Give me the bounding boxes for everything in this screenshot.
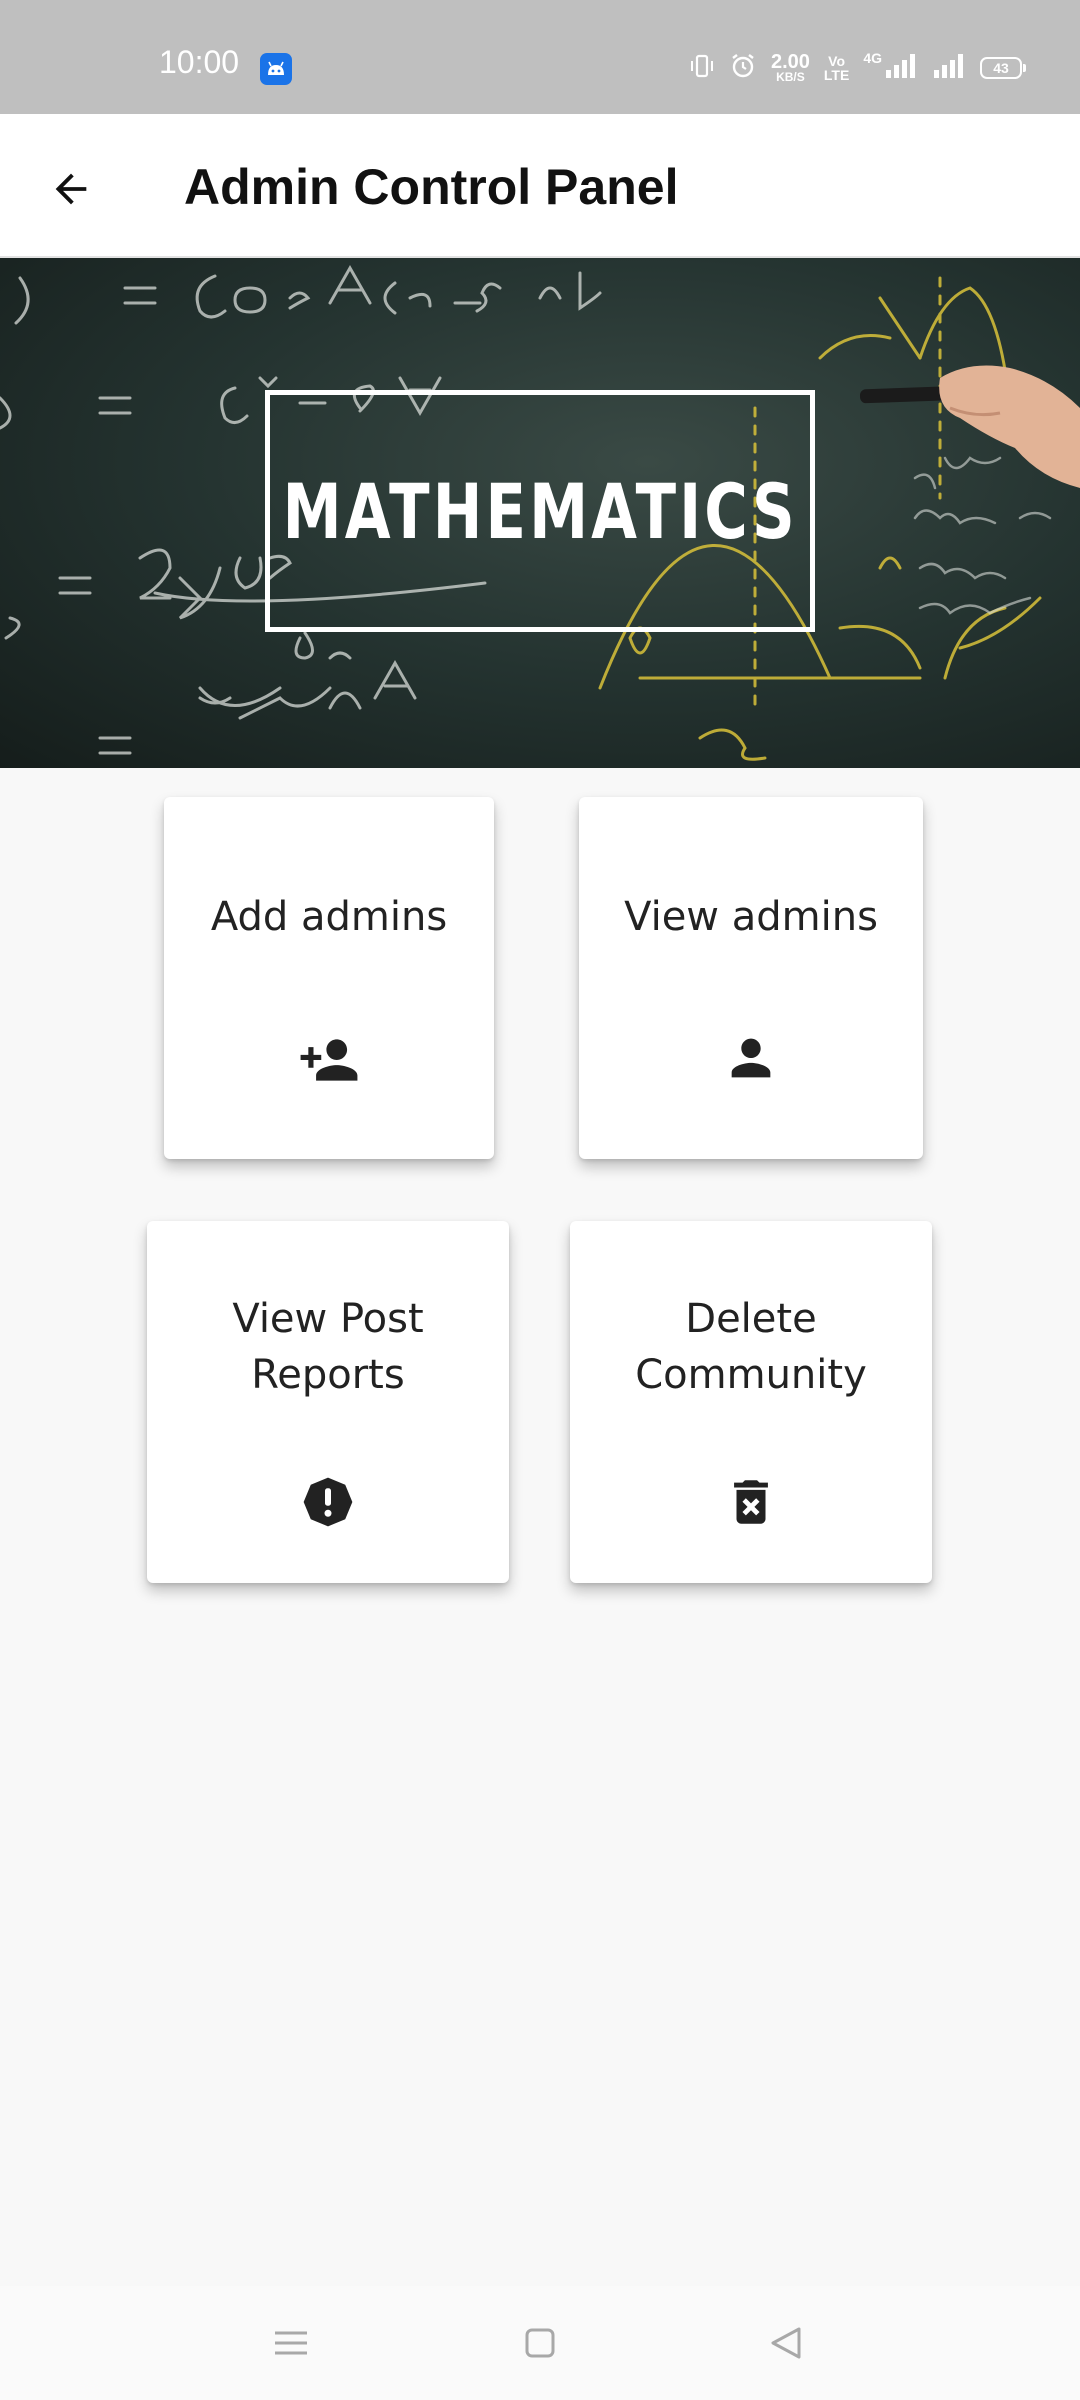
community-banner-image: MATHEMATICS [0,258,1080,768]
home-button[interactable] [505,2308,575,2378]
delete-community-label-line1: Delete [685,1296,817,1342]
banner-frame: MATHEMATICS [265,390,815,632]
page-title: Admin Control Panel [184,159,679,215]
person-add-icon [300,1039,358,1081]
alarm-icon [729,52,757,84]
banner-title: MATHEMATICS [282,466,798,556]
battery-indicator: 43 [980,57,1026,79]
view-admins-card[interactable]: View admins [579,797,923,1159]
triangle-back-icon [771,2327,801,2359]
status-time: 10:00 [159,44,240,80]
app-notification-icon [260,53,292,85]
delete-community-label-line2: Community [635,1352,867,1398]
signal-icon [884,52,918,84]
add-admins-label: Add admins [210,894,448,940]
view-admins-label: View admins [624,894,878,940]
back-nav-button[interactable] [751,2308,821,2378]
signal-icon-2 [932,52,966,84]
back-button[interactable] [36,154,106,224]
view-post-reports-card[interactable]: View Post Reports [147,1221,509,1583]
delete-community-card[interactable]: Delete Community [570,1221,932,1583]
add-admins-card[interactable]: Add admins [164,797,494,1159]
report-icon [303,1477,353,1527]
network-type: 4G [863,50,882,66]
square-icon [525,2328,555,2358]
volte-indicator: Vo LTE [823,53,850,83]
vibrate-icon [689,53,715,83]
app-bar: Admin Control Panel [0,114,1080,258]
delete-forever-icon [734,1480,768,1524]
view-post-reports-label-line2: Reports [251,1352,405,1398]
system-navigation-bar [0,2286,1080,2400]
menu-icon [275,2331,307,2355]
network-speed: 2.00 KB/S [770,50,810,84]
status-bar: 10:00 2.00 KB/S Vo LTE 4G 43 [0,0,1080,114]
arrow-left-icon [55,173,87,205]
recent-apps-button[interactable] [256,2308,326,2378]
view-post-reports-label-line1: View Post [232,1296,424,1342]
person-icon [731,1038,771,1078]
